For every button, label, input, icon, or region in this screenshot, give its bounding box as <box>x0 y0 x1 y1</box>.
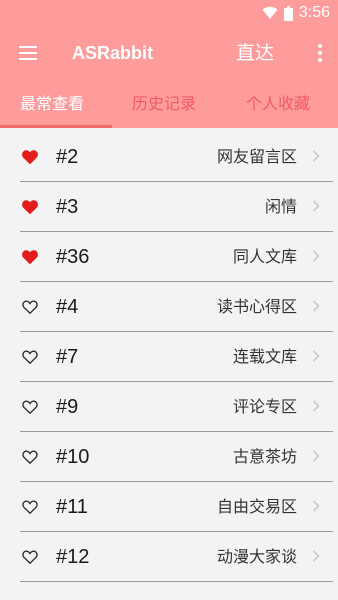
chevron-right-icon <box>313 550 320 562</box>
status-time: 3:56 <box>298 4 330 21</box>
board-name: 自由交易区 <box>216 497 297 516</box>
more-vert-icon <box>318 44 322 62</box>
menu-icon <box>19 46 37 60</box>
favorite-heart-icon[interactable] <box>21 199 39 215</box>
app-bar: ASRabbit 直达 <box>0 28 338 78</box>
app-title: ASRabbit <box>72 43 153 63</box>
heart-outline-icon[interactable] <box>21 299 39 315</box>
tab-bar: 最常查看 历史记录 个人收藏 <box>0 80 338 128</box>
battery-icon <box>283 5 293 21</box>
board-number: #2 <box>56 146 79 168</box>
list-item[interactable]: #36 同人文库 <box>20 232 333 282</box>
chevron-right-icon <box>313 300 320 312</box>
list-item[interactable]: #11 自由交易区 <box>20 482 333 532</box>
heart-outline-icon[interactable] <box>21 549 39 565</box>
list-item[interactable]: #3 闲情 <box>20 182 333 232</box>
chevron-right-icon <box>313 200 320 212</box>
chevron-right-icon <box>313 450 320 462</box>
list-item[interactable]: #4 读书心得区 <box>20 282 333 332</box>
top-bar: 3:56 ASRabbit 直达 最常查看 历史记录 个人收藏 <box>0 0 338 128</box>
board-number: #4 <box>56 296 79 318</box>
tab-history[interactable]: 历史记录 <box>132 93 196 115</box>
chevron-right-icon <box>313 400 320 412</box>
more-button[interactable] <box>312 39 328 67</box>
list-item[interactable]: #2 网友留言区 <box>20 132 333 182</box>
tab-indicator <box>0 125 112 128</box>
list-item[interactable]: #10 古意茶坊 <box>20 432 333 482</box>
board-name: 读书心得区 <box>216 297 297 316</box>
heart-outline-icon[interactable] <box>21 349 39 365</box>
chevron-right-icon <box>313 500 320 512</box>
favorite-heart-icon[interactable] <box>21 249 39 265</box>
board-number: #10 <box>56 446 90 468</box>
wifi-icon <box>262 6 278 19</box>
chevron-right-icon <box>313 250 320 262</box>
menu-button[interactable] <box>12 38 44 68</box>
list-item[interactable]: #9 评论专区 <box>20 382 333 432</box>
board-name: 连载文库 <box>232 347 297 366</box>
list-item[interactable]: #7 连载文库 <box>20 332 333 382</box>
tab-favorites[interactable]: 个人收藏 <box>246 93 310 115</box>
direct-button[interactable]: 直达 <box>236 40 274 66</box>
board-name: 闲情 <box>264 197 297 216</box>
board-number: #3 <box>56 196 79 218</box>
board-list: #2 网友留言区 #3 闲情 #36 同人文库 #4 读书心得区 #7 连载文库… <box>20 132 333 582</box>
heart-outline-icon[interactable] <box>21 499 39 515</box>
board-number: #36 <box>56 246 90 268</box>
chevron-right-icon <box>313 150 320 162</box>
board-number: #9 <box>56 396 79 418</box>
board-number: #7 <box>56 346 79 368</box>
favorite-heart-icon[interactable] <box>21 149 39 165</box>
heart-outline-icon[interactable] <box>21 399 39 415</box>
board-name: 评论专区 <box>232 397 297 416</box>
list-item[interactable]: #12 动漫大家谈 <box>20 532 333 582</box>
heart-outline-icon[interactable] <box>21 449 39 465</box>
status-bar: 3:56 <box>0 0 338 26</box>
board-name: 古意茶坊 <box>232 447 297 466</box>
board-number: #12 <box>56 546 90 568</box>
board-number: #11 <box>56 496 88 518</box>
board-name: 动漫大家谈 <box>216 547 297 566</box>
board-name: 同人文库 <box>232 247 297 266</box>
chevron-right-icon <box>313 350 320 362</box>
board-name: 网友留言区 <box>216 147 297 166</box>
tab-most-viewed[interactable]: 最常查看 <box>20 93 84 115</box>
